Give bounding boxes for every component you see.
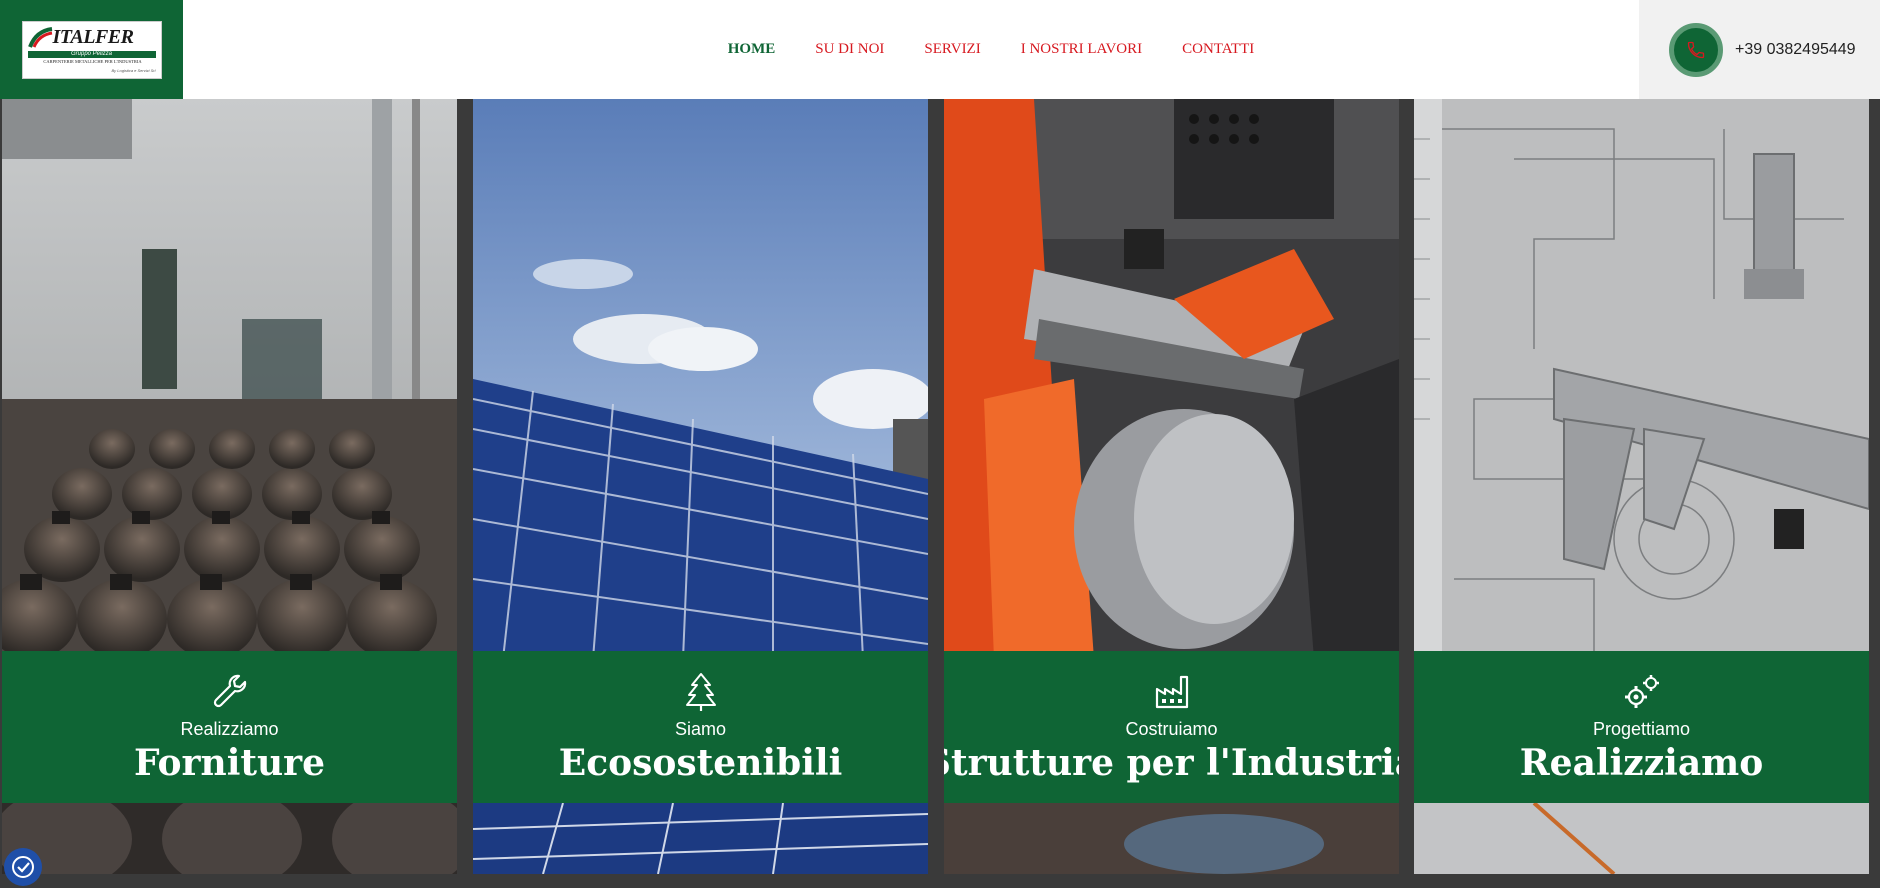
- card-band: Progettiamo Realizziamo: [1414, 651, 1869, 803]
- card-band: Realizziamo Forniture: [2, 651, 457, 803]
- card-title: Ecosostenibili: [558, 742, 843, 784]
- card-kicker: Realizziamo: [180, 719, 279, 739]
- nav-servizi[interactable]: SERVIZI: [924, 41, 980, 58]
- logo-container[interactable]: ITALFER Gruppo Pelizza CARPENTERIE METAL…: [0, 0, 183, 99]
- card-ecosostenibili[interactable]: Siamo Ecosostenibili: [473, 99, 928, 874]
- logo-tagline: CARPENTERIE METALLICHE PER L'INDUSTRIA: [43, 58, 142, 64]
- gears-icon: [1621, 671, 1663, 713]
- card-title: Realizziamo: [1519, 742, 1764, 784]
- wrench-icon: [209, 671, 251, 713]
- services-grid: Realizziamo Forniture Siamo Ecosostenibi…: [0, 99, 1880, 874]
- phone-contact[interactable]: +39 0382495449: [1639, 0, 1880, 99]
- card-band: Siamo Ecosostenibili: [473, 651, 928, 803]
- accessibility-icon: [12, 856, 34, 878]
- main-nav: HOME SU DI NOI SERVIZI I NOSTRI LAVORI C…: [183, 0, 1639, 99]
- nav-i-nostri-lavori[interactable]: I NOSTRI LAVORI: [1021, 41, 1142, 58]
- accessibility-button[interactable]: [4, 848, 42, 886]
- nav-su-di-noi[interactable]: SU DI NOI: [815, 41, 884, 58]
- nav-contatti[interactable]: CONTATTI: [1182, 41, 1254, 58]
- card-kicker: Costruiamo: [1125, 719, 1218, 739]
- site-header: ITALFER Gruppo Pelizza CARPENTERIE METAL…: [0, 0, 1880, 99]
- card-kicker: Progettiamo: [1592, 719, 1691, 739]
- card-progettiamo[interactable]: Progettiamo Realizziamo: [1414, 99, 1869, 874]
- card-band: Costruiamo Strutture per l'Industria: [944, 651, 1399, 803]
- factory-icon: [1151, 671, 1193, 713]
- nav-home[interactable]: HOME: [728, 41, 776, 58]
- card-kicker: Siamo: [674, 719, 727, 739]
- card-title: Forniture: [133, 742, 326, 784]
- phone-number[interactable]: +39 0382495449: [1735, 41, 1856, 59]
- card-strutture[interactable]: Costruiamo Strutture per l'Industria: [944, 99, 1399, 874]
- logo-name: ITALFER: [52, 25, 134, 48]
- logo-swoosh-icon: [27, 26, 52, 48]
- logo-group: Gruppo Pelizza: [27, 50, 156, 58]
- logo-tiny-text: By Logistica e Servizi Srl: [111, 67, 156, 73]
- tree-icon: [680, 671, 722, 713]
- card-title: Strutture per l'Industria: [944, 742, 1399, 784]
- card-forniture[interactable]: Realizziamo Forniture: [2, 99, 457, 874]
- logo[interactable]: ITALFER Gruppo Pelizza CARPENTERIE METAL…: [21, 20, 162, 79]
- phone-icon[interactable]: [1669, 22, 1723, 77]
